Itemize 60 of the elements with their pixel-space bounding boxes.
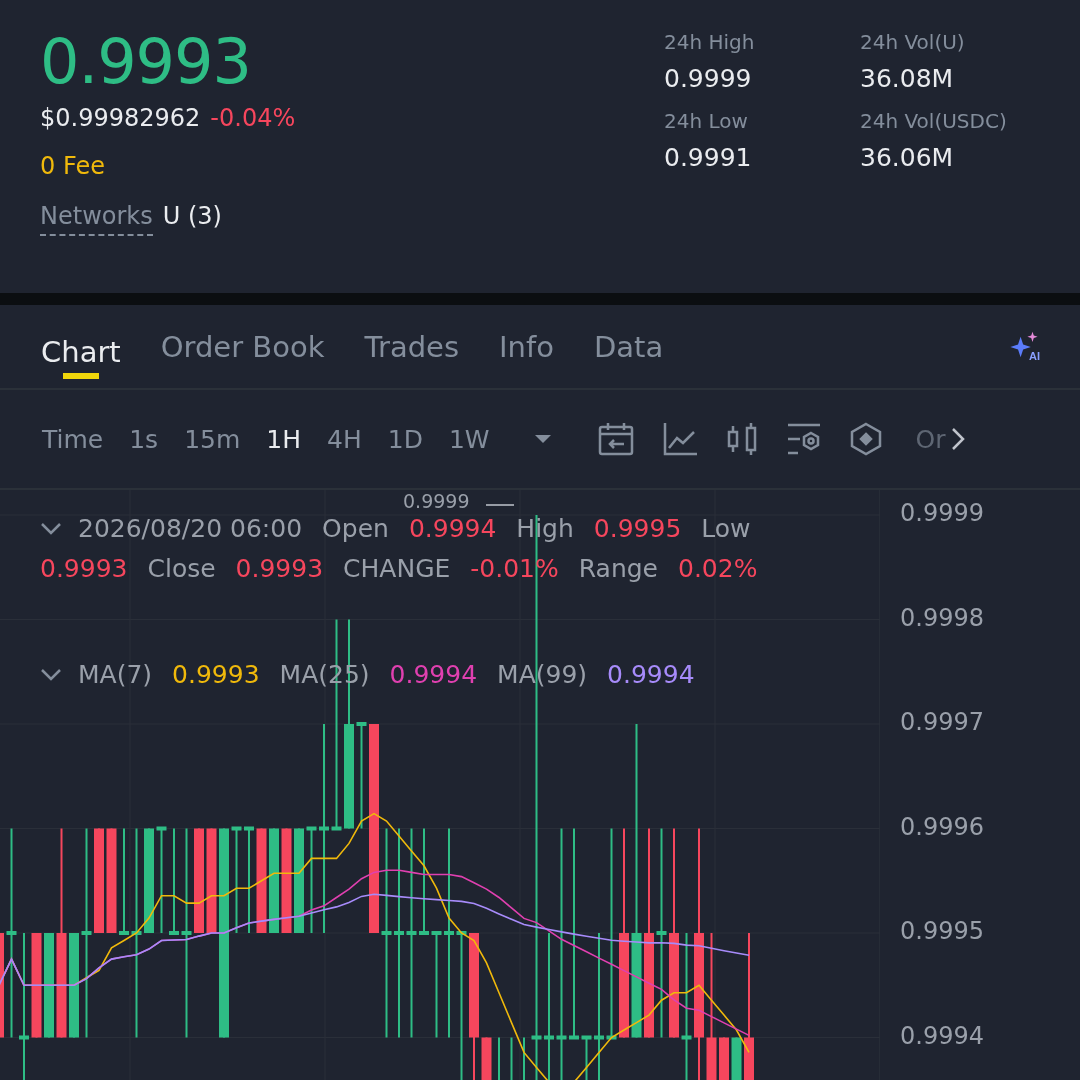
ai-assistant-button[interactable]: AI [1007,329,1040,364]
stat-value: 0.9999 [664,64,753,93]
stat-value: 0.9991 [664,143,753,172]
interval-tab[interactable]: 4H [327,424,362,454]
interval-tab[interactable]: Time [42,424,104,454]
price-axis-label: 0.9999 [900,499,984,527]
more-tools-label[interactable]: Or [915,424,946,454]
chevron-down-icon[interactable] [40,668,62,682]
price-axis-label: 0.9995 [900,917,984,945]
stat-label: 24h Vol(USDC) [860,109,1008,133]
stat-value: 36.06M [860,143,955,172]
usd-price: $0.99982962 [40,104,201,132]
candle-info-label: CHANGE [343,553,451,585]
indicator-settings-icon[interactable] [785,422,822,456]
last-price: 0.9993 [40,24,252,100]
networks-link[interactable]: Networks [40,202,153,236]
interval-tab[interactable]: 15m [184,424,241,454]
ma-label: MA(7) [78,659,153,691]
price-axis-label: 0.9997 [900,708,984,736]
price-axis-label: 0.9998 [900,603,984,632]
tab[interactable]: Data [593,319,664,374]
stat-value: 36.08M [860,64,955,93]
candle-info-label: Low [701,513,751,545]
tab[interactable]: Info [499,319,554,374]
price-axis-label: 0.9994 [900,1021,984,1050]
networks-value: U (3) [162,202,222,230]
line-chart-icon[interactable] [661,422,698,456]
fee-label: 0 Fee [40,152,106,180]
chevron-down-icon[interactable] [40,522,62,536]
interval-tab[interactable]: 1s [129,424,159,454]
stat-label: 24h High [664,30,756,54]
price-change: -0.04% [210,104,296,132]
ma-value: 0.9993 [172,659,260,691]
high-marker-label: 0.9999 [403,490,470,512]
candle-info-value: 0.02% [678,553,758,585]
candle-info-label: 2026/08/20 06:00 [78,513,303,545]
candle-info-label: Close [147,553,216,585]
chevron-right-icon[interactable] [951,427,966,451]
high-marker-line [485,504,515,506]
ma-value: 0.9994 [607,659,695,691]
candle-info-value: 0.9994 [408,513,497,545]
interval-tab[interactable]: 1D [387,424,423,454]
candlestick-icon[interactable] [725,422,758,456]
dropdown-caret-icon[interactable] [533,434,552,444]
stat-label: 24h Vol(U) [860,30,966,54]
tab[interactable]: Order Book [160,319,325,374]
candle-info-value: 0.9995 [593,513,682,545]
ma-value: 0.9994 [389,659,478,691]
stat-label: 24h Low [664,109,749,133]
candle-info-label: Open [322,513,389,545]
tab[interactable]: Trades [364,319,460,374]
candle-info-value: 0.9993 [235,553,324,585]
calendar-icon[interactable] [597,422,634,456]
candle-info-value: 0.9993 [40,553,128,585]
tab[interactable]: Chart [41,324,121,379]
candle-info-label: Range [578,553,658,585]
hexagon-icon[interactable] [849,422,882,456]
interval-tab[interactable]: 1H [266,424,301,454]
interval-tab[interactable]: 1W [448,424,490,454]
price-axis-label: 0.9996 [900,812,984,841]
